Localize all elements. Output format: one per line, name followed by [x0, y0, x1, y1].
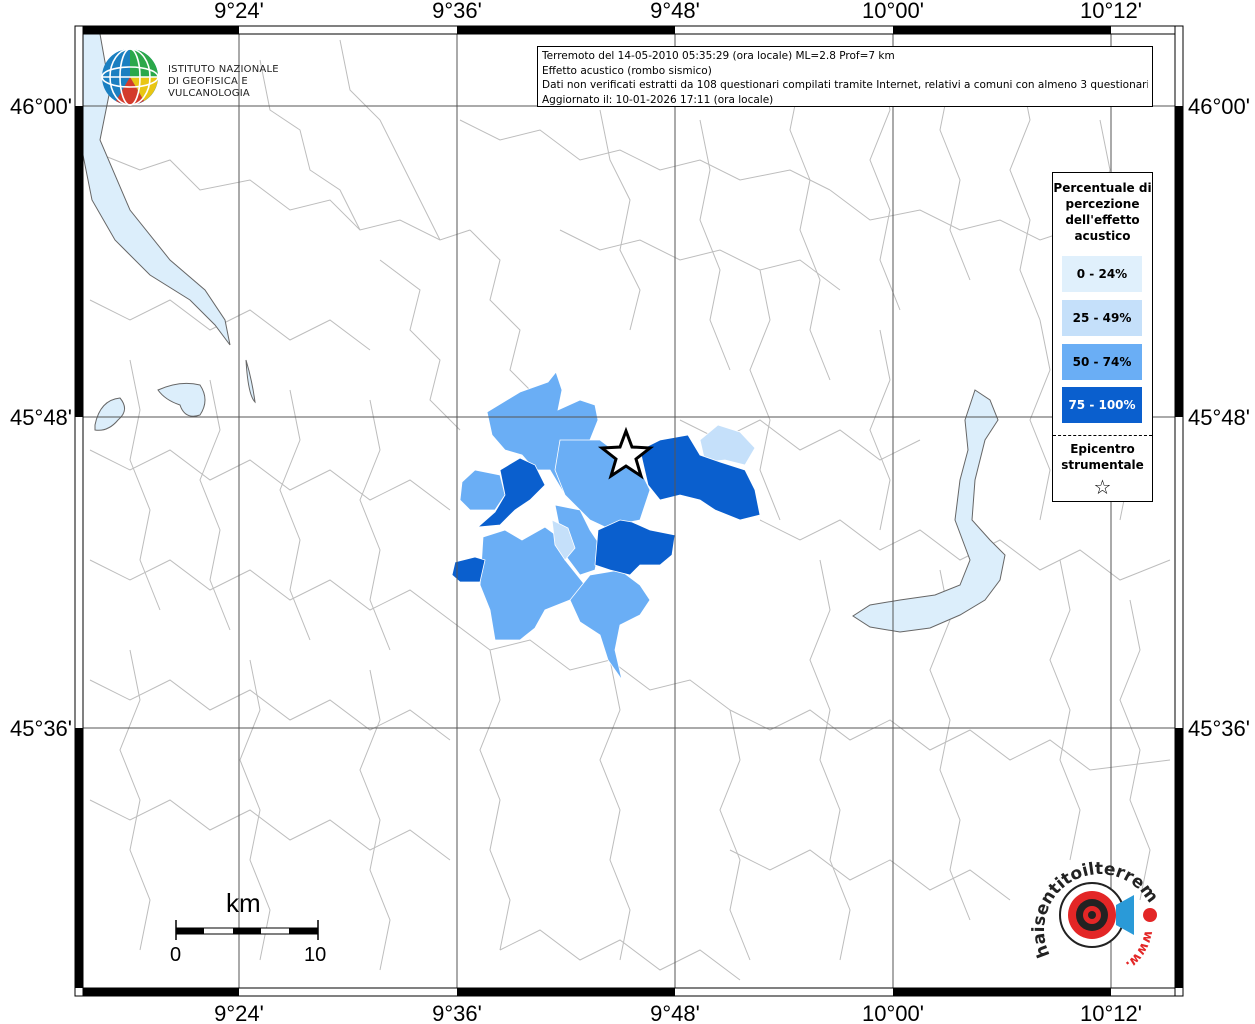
- legend-class-0-24: 0 - 24%: [1062, 256, 1142, 292]
- right-tick-labels: 46°00' 45°48' 45°36': [1188, 94, 1250, 741]
- tick-left-1: 45°48': [10, 405, 72, 430]
- legend: Percentuale di percezione dell'effetto a…: [1052, 172, 1153, 502]
- left-tick-labels: 46°00' 45°48' 45°36': [10, 94, 72, 741]
- tick-right-2: 45°36': [1188, 716, 1250, 741]
- tick-bottom-4: 10°12': [1080, 1001, 1142, 1024]
- ingv-logo-line1: ISTITUTO NAZIONALE: [168, 64, 279, 75]
- legend-class-75-100: 75 - 100%: [1062, 387, 1142, 423]
- scale-unit: km: [226, 888, 261, 918]
- brand-logo-url: www.: [1122, 929, 1156, 972]
- legend-star-icon: ☆: [1093, 475, 1112, 499]
- data-disclaimer: Dati non verificati estratti da 108 ques…: [542, 79, 1148, 91]
- scale-min-label: 0: [170, 944, 182, 966]
- tick-top-4: 10°12': [1080, 0, 1142, 23]
- top-tick-labels: 9°24' 9°36' 9°48' 10°00' 10°12': [214, 0, 1142, 23]
- legend-class-25-49: 25 - 49%: [1062, 300, 1142, 336]
- legend-divider: [1053, 435, 1152, 436]
- tick-right-1: 45°48': [1188, 405, 1250, 430]
- ingv-logo: ISTITUTO NAZIONALE DI GEOFISICA E VULCAN…: [100, 46, 310, 108]
- effect-type: Effetto acustico (rombo sismico): [542, 64, 712, 77]
- tick-bottom-1: 9°36': [432, 1001, 482, 1024]
- bottom-tick-labels: 9°24' 9°36' 9°48' 10°00' 10°12': [214, 1001, 1142, 1024]
- ingv-logo-line2: DI GEOFISICA E VULCANOLOGIA: [168, 76, 250, 99]
- svg-text:www.: www.: [1122, 929, 1156, 972]
- legend-class-50-74: 50 - 74%: [1062, 344, 1142, 380]
- ingv-logo-text: ISTITUTO NAZIONALE DI GEOFISICA E VULCAN…: [168, 64, 310, 100]
- tick-top-3: 10°00': [862, 0, 924, 23]
- tick-right-0: 46°00': [1188, 94, 1250, 119]
- event-title: Terremoto del 14-05-2010 05:35:29 (ora l…: [542, 50, 895, 62]
- brand-logo-icon: haisentitoilterremoto.it www.: [1024, 845, 1162, 972]
- tick-left-2: 45°36': [10, 716, 72, 741]
- tick-bottom-3: 10°00': [862, 1001, 924, 1024]
- tick-bottom-0: 9°24': [214, 1001, 264, 1024]
- haisentitoilterremoto-logo: haisentitoilterremoto.it www.: [1024, 845, 1170, 980]
- globe-icon: [101, 48, 159, 106]
- update-timestamp: Aggiornato il: 10-01-2026 17:11 (ora loc…: [542, 93, 774, 106]
- legend-title: Percentuale di percezione dell'effetto a…: [1053, 181, 1152, 243]
- tick-top-1: 9°36': [432, 0, 482, 23]
- tick-top-2: 9°48': [650, 0, 700, 23]
- tick-top-0: 9°24': [214, 0, 264, 23]
- legend-epicenter-label: Epicentro strumentale: [1061, 442, 1144, 472]
- scale-max-label: 10: [304, 944, 327, 966]
- tick-bottom-2: 9°48': [650, 1001, 700, 1024]
- event-info-box: Terremoto del 14-05-2010 05:35:29 (ora l…: [537, 46, 1153, 107]
- tick-left-0: 46°00': [10, 94, 72, 119]
